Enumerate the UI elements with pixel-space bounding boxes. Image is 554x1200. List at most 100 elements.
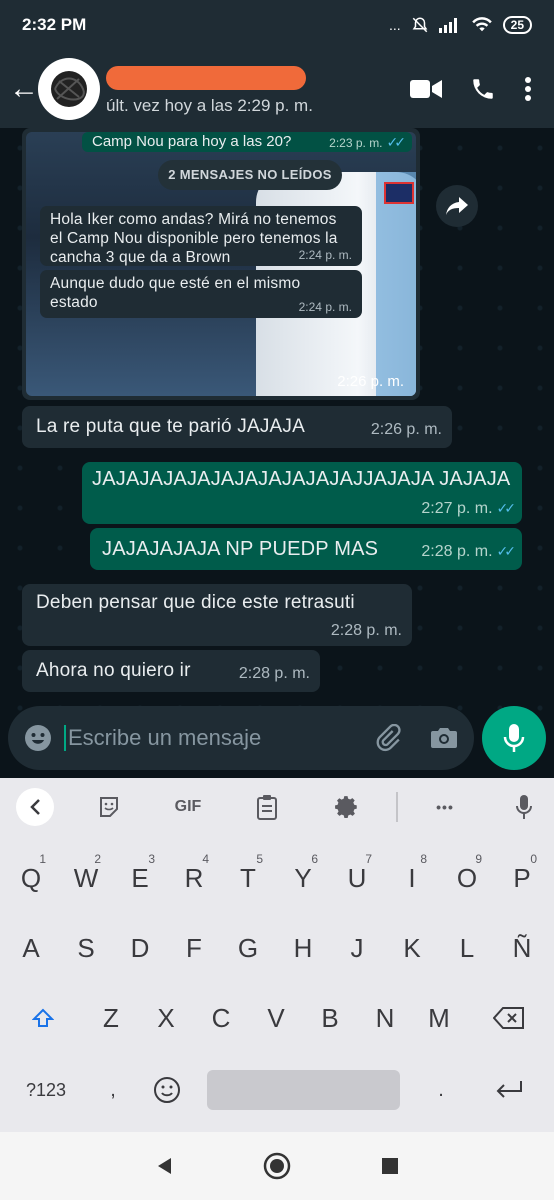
gif-button[interactable]: GIF xyxy=(168,790,208,824)
forward-button[interactable] xyxy=(436,185,478,227)
message-time: 2:28 p. m. xyxy=(330,622,402,639)
key[interactable]: R4 xyxy=(169,850,219,906)
incoming-message[interactable]: Ahora no quiero ir 2:28 p. m. xyxy=(22,650,320,692)
image-inner-message: Aunque dudo que esté en el mismo estado … xyxy=(40,270,362,318)
incoming-message[interactable]: La re puta que te parió JAJAJA 2:26 p. m… xyxy=(22,406,452,448)
key[interactable]: J xyxy=(332,920,382,976)
key[interactable]: O9 xyxy=(442,850,492,906)
sticker-button[interactable] xyxy=(94,790,124,824)
nav-back-icon[interactable] xyxy=(155,1156,173,1176)
shift-key[interactable] xyxy=(18,990,68,1046)
quoted-time: 2:23 p. m. ✓✓ xyxy=(329,134,407,150)
key[interactable]: P0 xyxy=(497,850,547,906)
key[interactable]: A xyxy=(6,920,56,976)
double-check-icon: ✓✓ xyxy=(386,134,407,150)
key[interactable]: X xyxy=(141,990,191,1046)
key[interactable]: L xyxy=(442,920,492,976)
key[interactable]: V xyxy=(251,990,301,1046)
key[interactable]: Y6 xyxy=(278,850,328,906)
image-inner-time: 2:24 p. m. xyxy=(298,300,352,314)
key[interactable]: Z xyxy=(86,990,136,1046)
keyboard-row-2: A S D F G H J K L Ñ xyxy=(0,920,554,976)
space-key[interactable] xyxy=(207,1070,400,1110)
microphone-icon xyxy=(503,724,525,752)
status-bar: 2:32 PM ... 25 xyxy=(0,0,554,50)
emoji-key[interactable] xyxy=(142,1062,192,1118)
contact-info[interactable]: últ. vez hoy a las 2:29 p. m. xyxy=(106,58,410,120)
image-content[interactable]: Camp Nou para hoy a las 20? 2:23 p. m. ✓✓… xyxy=(26,132,416,396)
key[interactable]: T5 xyxy=(223,850,273,906)
symbols-key[interactable]: ?123 xyxy=(18,1062,74,1118)
key[interactable]: Ñ xyxy=(497,920,547,976)
key[interactable]: C xyxy=(196,990,246,1046)
phone-call-icon[interactable] xyxy=(470,76,496,102)
key[interactable]: E3 xyxy=(115,850,165,906)
smiley-icon xyxy=(154,1077,180,1103)
double-check-icon: ✓✓ xyxy=(496,500,517,516)
photo-stripe xyxy=(376,172,416,396)
voice-input-button[interactable] xyxy=(512,790,536,824)
contact-name-redacted xyxy=(106,66,306,90)
key[interactable]: H xyxy=(278,920,328,976)
avatar[interactable] xyxy=(38,58,100,120)
settings-button[interactable] xyxy=(332,790,362,824)
quoted-message: Camp Nou para hoy a las 20? 2:23 p. m. ✓✓ xyxy=(82,132,412,152)
comma-key[interactable]: , xyxy=(88,1062,138,1118)
back-arrow-icon[interactable]: ← xyxy=(6,72,42,106)
backspace-key[interactable] xyxy=(484,990,534,1046)
message-text: JAJAJAJAJAJAJAJAJAJAJAJJAJAJA JAJAJA xyxy=(92,468,511,490)
enter-key[interactable] xyxy=(484,1062,534,1118)
video-call-icon[interactable] xyxy=(410,78,442,100)
image-message[interactable]: Camp Nou para hoy a las 20? 2:23 p. m. ✓✓… xyxy=(22,128,420,400)
key[interactable]: B xyxy=(305,990,355,1046)
message-input[interactable]: Escribe un mensaje xyxy=(64,725,374,751)
forward-arrow-icon xyxy=(446,197,468,215)
camera-icon[interactable] xyxy=(430,726,458,750)
image-inner-time: 2:24 p. m. xyxy=(298,248,352,262)
keyboard-collapse-button[interactable] xyxy=(16,788,54,826)
message-time: 2:27 p. m. ✓✓ xyxy=(421,500,517,517)
key[interactable]: W2 xyxy=(61,850,111,906)
key[interactable]: G xyxy=(223,920,273,976)
key[interactable]: K xyxy=(387,920,437,976)
unread-divider: 2 MENSAJES NO LEÍDOS xyxy=(158,160,342,190)
image-time: 2:26 p. m. xyxy=(337,373,404,390)
incoming-message[interactable]: Deben pensar que dice este retrasuti 2:2… xyxy=(22,584,412,646)
shift-arrow-icon xyxy=(32,1008,54,1027)
sticker-icon xyxy=(100,797,118,817)
signal-icon xyxy=(438,18,457,33)
battery-indicator: 25 xyxy=(502,16,532,34)
more-options-button[interactable]: ••• xyxy=(428,790,462,824)
emoji-icon[interactable] xyxy=(24,724,52,752)
key[interactable]: D xyxy=(115,920,165,976)
message-composer[interactable]: Escribe un mensaje xyxy=(8,706,474,770)
chat-header: ← últ. vez hoy a las 2:29 p. m. xyxy=(0,50,554,128)
attach-clip-icon[interactable] xyxy=(374,724,402,752)
key[interactable]: F xyxy=(169,920,219,976)
key[interactable]: M xyxy=(414,990,464,1046)
status-icons: ... 25 xyxy=(389,16,532,34)
key[interactable]: N xyxy=(360,990,410,1046)
keyboard-row-4: ?123 , . xyxy=(0,1062,554,1118)
message-time: 2:28 p. m. xyxy=(238,665,310,682)
backspace-icon xyxy=(493,1007,524,1029)
nav-recents-icon[interactable] xyxy=(381,1157,399,1175)
quoted-text: Camp Nou para hoy a las 20? xyxy=(92,133,292,150)
key[interactable]: U7 xyxy=(332,850,382,906)
clipboard-button[interactable] xyxy=(252,790,282,824)
key[interactable]: Q1 xyxy=(6,850,56,906)
mute-icon xyxy=(412,17,428,33)
message-text: Deben pensar que dice este retrasuti xyxy=(36,592,355,613)
toolbar-divider xyxy=(396,792,398,822)
key[interactable]: I8 xyxy=(387,850,437,906)
outgoing-message[interactable]: JAJAJAJAJAJAJAJAJAJAJAJJAJAJA JAJAJA 2:2… xyxy=(82,462,522,524)
voice-record-button[interactable] xyxy=(482,706,546,770)
nav-home-icon[interactable] xyxy=(263,1152,291,1180)
double-check-icon: ✓✓ xyxy=(496,543,517,559)
outgoing-message[interactable]: JAJAJAJAJA NP PUEDP MAS 2:28 p. m. ✓✓ xyxy=(90,528,522,570)
chevron-left-icon xyxy=(30,799,40,815)
key[interactable]: S xyxy=(61,920,111,976)
period-key[interactable]: . xyxy=(416,1062,466,1118)
overflow-menu-icon[interactable] xyxy=(524,76,532,102)
enter-arrow-icon xyxy=(496,1081,522,1098)
